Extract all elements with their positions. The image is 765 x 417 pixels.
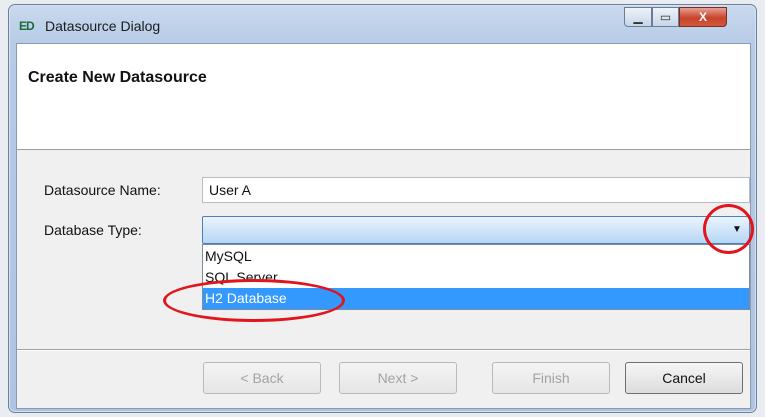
dialog-client-area: Create New Datasource Datasource Name: D… (16, 43, 751, 409)
next-button[interactable]: Next > (339, 362, 457, 394)
database-type-label: Database Type: (44, 222, 142, 238)
dialog-window: ED Datasource Dialog ▁ ▭ X Create New Da… (8, 4, 757, 413)
app-icon: ED (19, 19, 35, 33)
header-banner: Create New Datasource (17, 44, 750, 150)
window-title: Datasource Dialog (45, 18, 161, 34)
option-sql-server[interactable]: SQL Server (203, 267, 749, 288)
cancel-button[interactable]: Cancel (625, 362, 743, 394)
database-type-select[interactable]: ▼ (202, 216, 750, 244)
chevron-down-icon[interactable]: ▼ (727, 220, 747, 240)
datasource-name-label: Datasource Name: (44, 182, 161, 198)
option-h2-database[interactable]: H2 Database (203, 288, 749, 309)
page-title: Create New Datasource (28, 69, 207, 86)
minimize-button[interactable]: ▁ (624, 7, 652, 27)
maximize-button[interactable]: ▭ (652, 7, 679, 27)
footer-divider-highlight (17, 350, 750, 351)
finish-button[interactable]: Finish (492, 362, 610, 394)
close-button[interactable]: X (679, 7, 727, 27)
title-bar[interactable]: ED Datasource Dialog ▁ ▭ X (9, 5, 756, 45)
back-button[interactable]: < Back (203, 362, 321, 394)
datasource-name-input[interactable] (202, 177, 750, 203)
database-type-dropdown-list: MySQL SQL Server H2 Database (202, 244, 750, 310)
option-mysql[interactable]: MySQL (203, 246, 749, 267)
